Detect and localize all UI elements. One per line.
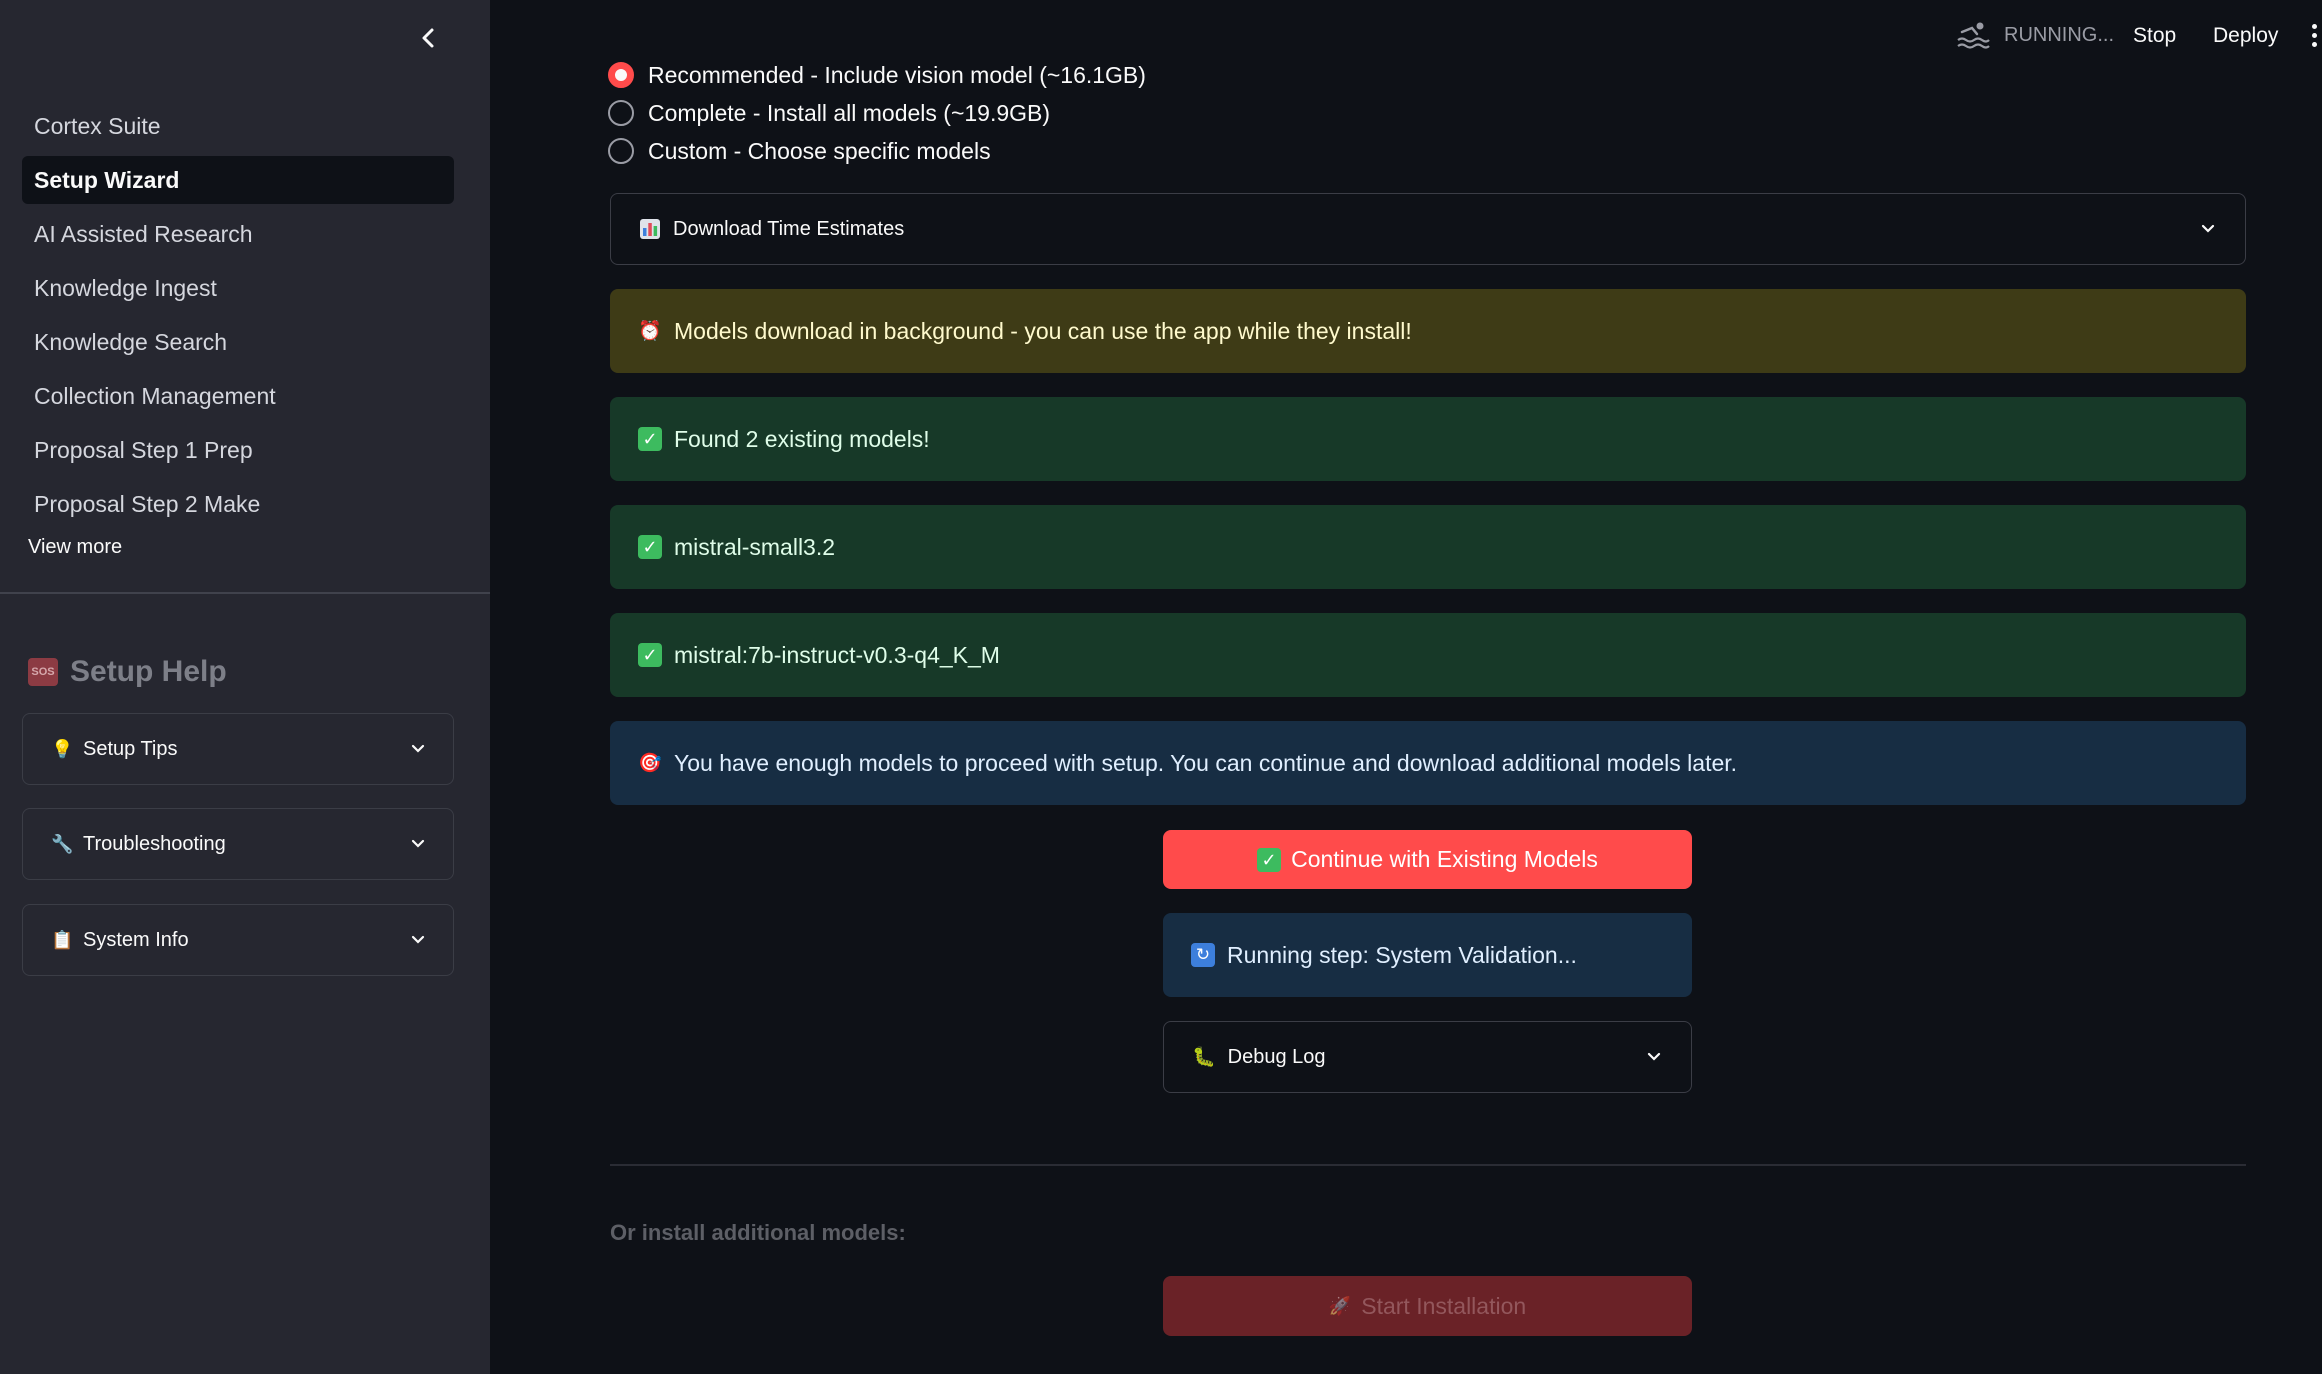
chevron-down-icon bbox=[1647, 1052, 1661, 1061]
setup-help-title: Setup Help bbox=[70, 655, 227, 688]
sidebar-item-label: Cortex Suite bbox=[34, 112, 161, 139]
deploy-button[interactable]: Deploy bbox=[2213, 24, 2278, 48]
sidebar-item-label: Proposal Step 1 Prep bbox=[34, 436, 253, 463]
target-icon: 🎯 bbox=[638, 753, 662, 774]
chevron-down-icon bbox=[411, 935, 425, 944]
check-icon: ✓ bbox=[1257, 847, 1282, 872]
sidebar-item-setup-wizard[interactable]: Setup Wizard bbox=[22, 156, 454, 204]
sidebar-item-label: Proposal Step 2 Make bbox=[34, 490, 261, 517]
setup-tips-expander[interactable]: 💡 Setup Tips bbox=[22, 713, 454, 785]
debug-log-expander[interactable]: 🐛 Debug Log bbox=[1163, 1021, 1692, 1093]
radio-icon bbox=[608, 100, 634, 126]
button-label: Continue with Existing Models bbox=[1291, 846, 1598, 872]
additional-models-heading: Or install additional models: bbox=[610, 1220, 906, 1245]
refresh-icon: ↻ bbox=[1191, 943, 1215, 967]
menu-dot bbox=[2311, 42, 2317, 47]
sidebar-item-proposal-step-1-prep[interactable]: Proposal Step 1 Prep bbox=[22, 426, 454, 474]
success-text: Found 2 existing models! bbox=[674, 425, 930, 452]
sidebar-item-collection-management[interactable]: Collection Management bbox=[22, 372, 454, 420]
warning-alert: ⏰ Models download in background - you ca… bbox=[610, 289, 2246, 373]
sidebar-item-label: Setup Wizard bbox=[34, 166, 180, 193]
sidebar-item-cortex-suite[interactable]: Cortex Suite bbox=[22, 102, 454, 150]
expander-label: Setup Tips bbox=[83, 737, 178, 760]
radio-option-custom[interactable]: Custom - Choose specific models bbox=[608, 134, 991, 168]
radio-label: Recommended - Include vision model (~16.… bbox=[648, 61, 1146, 88]
collapse-sidebar-button[interactable] bbox=[412, 22, 444, 54]
setup-help-heading: SOS Setup Help bbox=[28, 652, 227, 692]
expander-label: Debug Log bbox=[1227, 1045, 1326, 1068]
bar-chart-icon bbox=[640, 219, 660, 239]
success-alert-model: ✓ mistral-small3.2 bbox=[610, 505, 2246, 589]
sidebar-divider bbox=[0, 592, 490, 594]
running-step-status: ↻ Running step: System Validation... bbox=[1163, 913, 1692, 997]
chevron-down-icon bbox=[411, 744, 425, 753]
sidebar-item-label: Knowledge Ingest bbox=[34, 274, 217, 301]
radio-icon bbox=[608, 138, 634, 164]
sidebar-item-label: AI Assisted Research bbox=[34, 220, 253, 247]
main-menu-button[interactable] bbox=[2308, 22, 2320, 52]
bug-icon: 🐛 bbox=[1192, 1047, 1216, 1068]
sidebar-item-knowledge-ingest[interactable]: Knowledge Ingest bbox=[22, 264, 454, 312]
info-text: You have enough models to proceed with s… bbox=[674, 749, 1738, 776]
expander-label: Download Time Estimates bbox=[673, 217, 905, 240]
radio-label: Custom - Choose specific models bbox=[648, 137, 991, 164]
radio-option-complete[interactable]: Complete - Install all models (~19.9GB) bbox=[608, 96, 1050, 130]
chevron-down-icon bbox=[2201, 224, 2215, 233]
rocket-icon: 🚀 bbox=[1328, 1295, 1352, 1316]
section-divider bbox=[610, 1164, 2246, 1166]
radio-label: Complete - Install all models (~19.9GB) bbox=[648, 99, 1051, 126]
view-more-link[interactable]: View more bbox=[28, 536, 122, 559]
running-swimmer-icon bbox=[1957, 22, 1990, 49]
wrench-icon: 🔧 bbox=[51, 833, 74, 854]
success-alert-model: ✓ mistral:7b-instruct-v0.3-q4_K_M bbox=[610, 613, 2246, 697]
alarm-clock-icon: ⏰ bbox=[638, 321, 662, 342]
sidebar-item-knowledge-search[interactable]: Knowledge Search bbox=[22, 318, 454, 366]
system-info-expander[interactable]: 📋 System Info bbox=[22, 904, 454, 976]
start-installation-button[interactable]: 🚀 Start Installation bbox=[1163, 1276, 1692, 1336]
sos-icon: SOS bbox=[28, 658, 58, 686]
continue-with-existing-models-button[interactable]: ✓ Continue with Existing Models bbox=[1163, 830, 1692, 889]
clipboard-icon: 📋 bbox=[51, 929, 74, 950]
sidebar-nav: Cortex Suite Setup Wizard AI Assisted Re… bbox=[22, 102, 454, 534]
expander-label: Troubleshooting bbox=[83, 832, 226, 855]
check-icon: ✓ bbox=[638, 535, 662, 559]
menu-dot bbox=[2311, 33, 2317, 38]
sidebar: Cortex Suite Setup Wizard AI Assisted Re… bbox=[0, 0, 490, 1374]
menu-dot bbox=[2311, 24, 2317, 29]
radio-selected-icon bbox=[608, 62, 634, 88]
expander-label: System Info bbox=[83, 928, 189, 951]
radio-option-recommended[interactable]: Recommended - Include vision model (~16.… bbox=[608, 58, 1146, 92]
chevron-left-icon bbox=[422, 28, 434, 48]
warning-text: Models download in background - you can … bbox=[674, 317, 1412, 344]
sidebar-item-label: Collection Management bbox=[34, 382, 276, 409]
sidebar-item-ai-assisted-research[interactable]: AI Assisted Research bbox=[22, 210, 454, 258]
check-icon: ✓ bbox=[638, 643, 662, 667]
model-name: mistral:7b-instruct-v0.3-q4_K_M bbox=[674, 641, 1000, 668]
download-time-estimates-expander[interactable]: Download Time Estimates bbox=[610, 193, 2246, 265]
sidebar-item-label: Knowledge Search bbox=[34, 328, 228, 355]
info-alert: 🎯 You have enough models to proceed with… bbox=[610, 721, 2246, 805]
troubleshooting-expander[interactable]: 🔧 Troubleshooting bbox=[22, 808, 454, 880]
lightbulb-icon: 💡 bbox=[51, 738, 74, 759]
stop-button[interactable]: Stop bbox=[2133, 24, 2176, 48]
sidebar-item-proposal-step-2-make[interactable]: Proposal Step 2 Make bbox=[22, 480, 454, 528]
running-status: RUNNING... bbox=[2004, 24, 2114, 46]
model-name: mistral-small3.2 bbox=[674, 533, 836, 560]
check-icon: ✓ bbox=[638, 427, 662, 451]
running-step-text: Running step: System Validation... bbox=[1227, 941, 1577, 968]
button-label: Start Installation bbox=[1361, 1292, 1527, 1319]
chevron-down-icon bbox=[411, 839, 425, 848]
success-alert-found: ✓ Found 2 existing models! bbox=[610, 397, 2246, 481]
